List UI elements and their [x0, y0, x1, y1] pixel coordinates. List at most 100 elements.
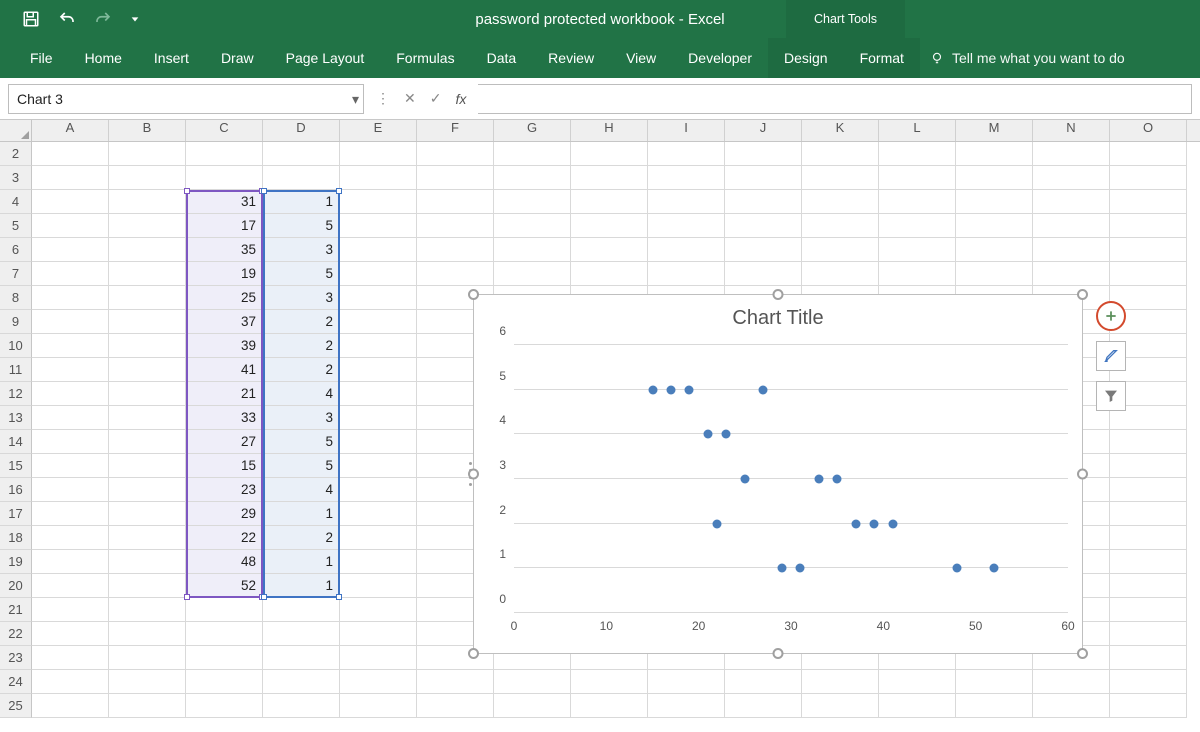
data-point[interactable] [796, 564, 805, 573]
data-point[interactable] [870, 519, 879, 528]
cell-D9[interactable]: 2 [263, 310, 340, 334]
row-header-20[interactable]: 20 [0, 574, 32, 598]
cell-D13[interactable]: 3 [263, 406, 340, 430]
cell-I3[interactable] [648, 166, 725, 190]
tell-me-box[interactable]: Tell me what you want to do [920, 38, 1135, 78]
cell-B2[interactable] [109, 142, 186, 166]
cell-M25[interactable] [956, 694, 1033, 718]
cell-J2[interactable] [725, 142, 802, 166]
tab-formulas[interactable]: Formulas [380, 38, 470, 78]
cell-H7[interactable] [571, 262, 648, 286]
row-header-18[interactable]: 18 [0, 526, 32, 550]
tab-review[interactable]: Review [532, 38, 610, 78]
tab-data[interactable]: Data [471, 38, 533, 78]
cell-H5[interactable] [571, 214, 648, 238]
row-header-15[interactable]: 15 [0, 454, 32, 478]
cell-B19[interactable] [109, 550, 186, 574]
cell-D25[interactable] [263, 694, 340, 718]
column-header-D[interactable]: D [263, 120, 340, 141]
cell-M24[interactable] [956, 670, 1033, 694]
row-header-10[interactable]: 10 [0, 334, 32, 358]
cell-O18[interactable] [1110, 526, 1187, 550]
cell-B17[interactable] [109, 502, 186, 526]
cell-D11[interactable]: 2 [263, 358, 340, 382]
cell-F4[interactable] [417, 190, 494, 214]
cell-I5[interactable] [648, 214, 725, 238]
cell-G6[interactable] [494, 238, 571, 262]
cell-D17[interactable]: 1 [263, 502, 340, 526]
data-point[interactable] [759, 385, 768, 394]
cell-H4[interactable] [571, 190, 648, 214]
fx-icon[interactable]: fx [455, 91, 466, 107]
cell-G5[interactable] [494, 214, 571, 238]
cell-D16[interactable]: 4 [263, 478, 340, 502]
column-header-H[interactable]: H [571, 120, 648, 141]
row-header-14[interactable]: 14 [0, 430, 32, 454]
cell-A6[interactable] [32, 238, 109, 262]
cell-B23[interactable] [109, 646, 186, 670]
row-header-25[interactable]: 25 [0, 694, 32, 718]
name-box[interactable]: Chart 3 ▾ [8, 84, 364, 114]
cell-A9[interactable] [32, 310, 109, 334]
chart-object[interactable]: Chart Title 01234560102030405060 [473, 294, 1083, 654]
cell-D2[interactable] [263, 142, 340, 166]
cell-M2[interactable] [956, 142, 1033, 166]
cell-N25[interactable] [1033, 694, 1110, 718]
cell-C16[interactable]: 23 [186, 478, 263, 502]
cell-D8[interactable]: 3 [263, 286, 340, 310]
column-header-O[interactable]: O [1110, 120, 1187, 141]
cell-E13[interactable] [340, 406, 417, 430]
cell-A22[interactable] [32, 622, 109, 646]
data-point[interactable] [953, 564, 962, 573]
row-header-23[interactable]: 23 [0, 646, 32, 670]
cell-B8[interactable] [109, 286, 186, 310]
cell-B21[interactable] [109, 598, 186, 622]
worksheet[interactable]: ABCDEFGHIJKLMNO 234311517563537195825393… [0, 120, 1200, 718]
cell-K2[interactable] [802, 142, 879, 166]
cell-O5[interactable] [1110, 214, 1187, 238]
cell-I4[interactable] [648, 190, 725, 214]
cell-E3[interactable] [340, 166, 417, 190]
cell-C4[interactable]: 31 [186, 190, 263, 214]
column-header-A[interactable]: A [32, 120, 109, 141]
cell-E7[interactable] [340, 262, 417, 286]
cell-A18[interactable] [32, 526, 109, 550]
cell-K6[interactable] [802, 238, 879, 262]
cell-G2[interactable] [494, 142, 571, 166]
cell-O15[interactable] [1110, 454, 1187, 478]
cell-D12[interactable]: 4 [263, 382, 340, 406]
cell-B14[interactable] [109, 430, 186, 454]
cell-F2[interactable] [417, 142, 494, 166]
row-header-6[interactable]: 6 [0, 238, 32, 262]
cell-I2[interactable] [648, 142, 725, 166]
cell-K4[interactable] [802, 190, 879, 214]
cell-L5[interactable] [879, 214, 956, 238]
qat-customize-icon[interactable] [130, 14, 140, 24]
cell-M6[interactable] [956, 238, 1033, 262]
tab-page-layout[interactable]: Page Layout [270, 38, 381, 78]
save-icon[interactable] [22, 10, 40, 28]
cell-E12[interactable] [340, 382, 417, 406]
row-header-4[interactable]: 4 [0, 190, 32, 214]
cell-L6[interactable] [879, 238, 956, 262]
cell-A7[interactable] [32, 262, 109, 286]
data-point[interactable] [722, 430, 731, 439]
cell-O4[interactable] [1110, 190, 1187, 214]
cell-J24[interactable] [725, 670, 802, 694]
cell-C9[interactable]: 37 [186, 310, 263, 334]
redo-icon[interactable] [94, 10, 112, 28]
cell-H2[interactable] [571, 142, 648, 166]
cell-L3[interactable] [879, 166, 956, 190]
cell-F5[interactable] [417, 214, 494, 238]
cell-B11[interactable] [109, 358, 186, 382]
cell-O17[interactable] [1110, 502, 1187, 526]
cell-E2[interactable] [340, 142, 417, 166]
cell-L25[interactable] [879, 694, 956, 718]
plot-area[interactable]: 01234560102030405060 [514, 345, 1068, 613]
cell-A8[interactable] [32, 286, 109, 310]
cell-N4[interactable] [1033, 190, 1110, 214]
cell-D22[interactable] [263, 622, 340, 646]
cell-C3[interactable] [186, 166, 263, 190]
cell-I25[interactable] [648, 694, 725, 718]
data-point[interactable] [777, 564, 786, 573]
